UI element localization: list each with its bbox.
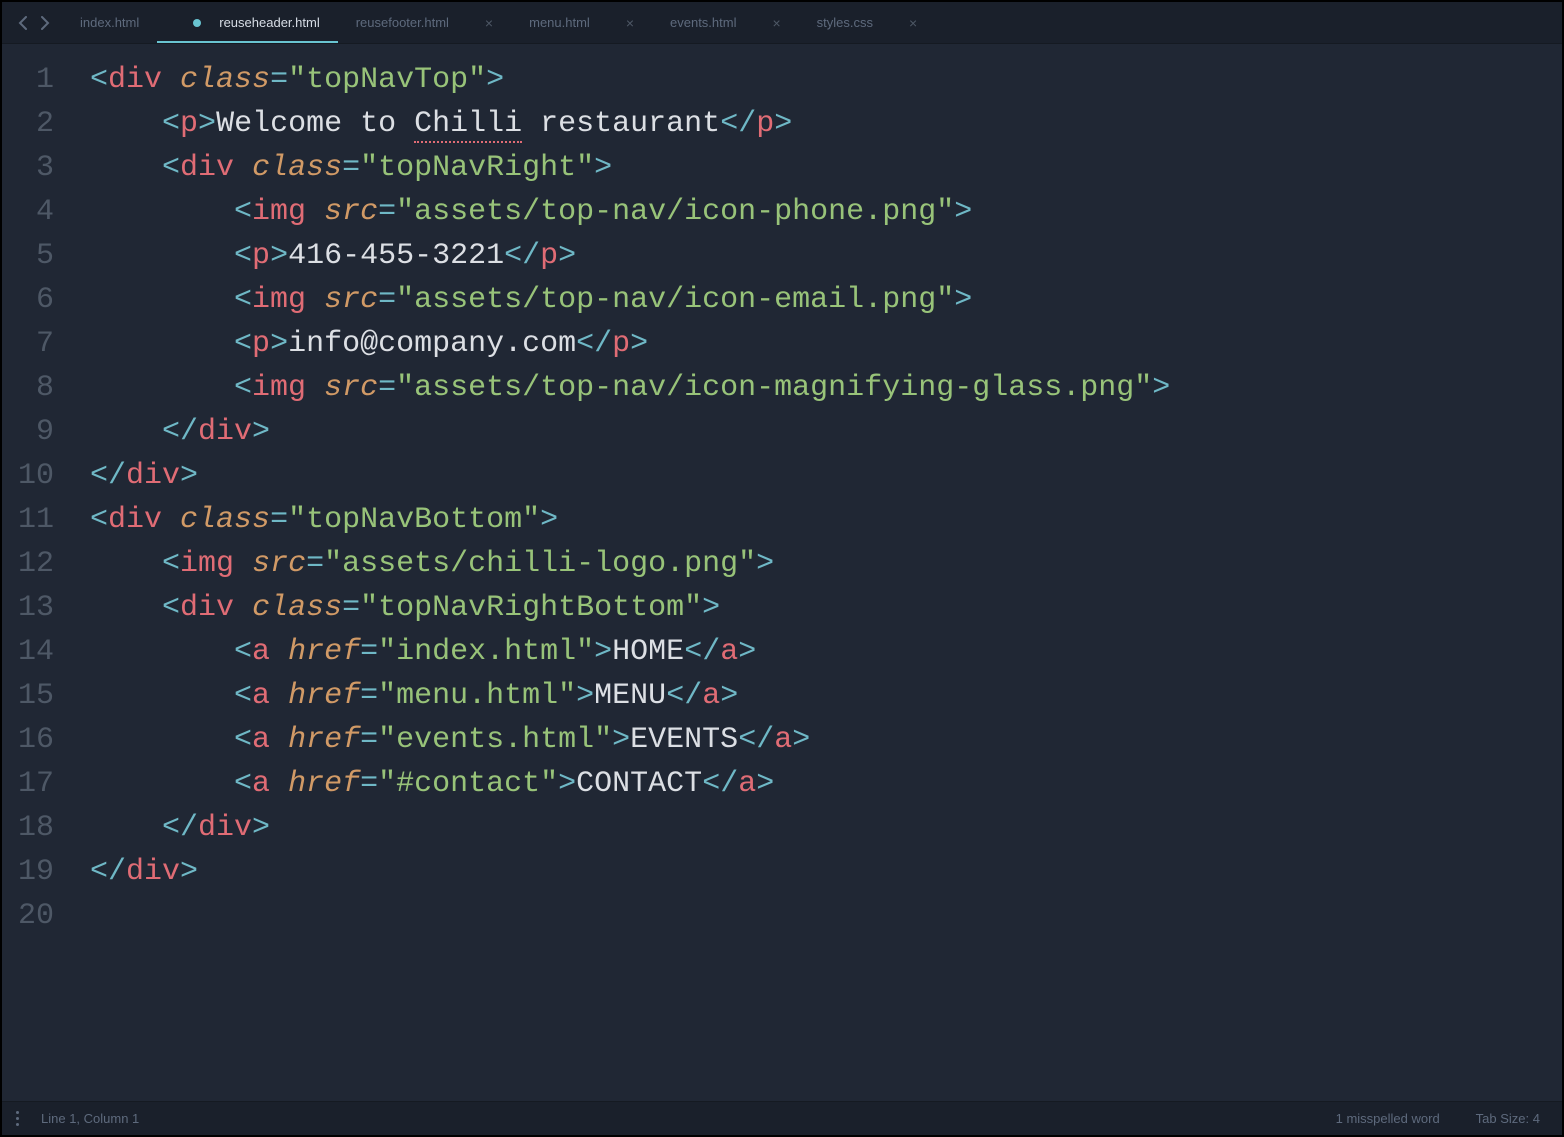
line-number: 15 [2, 674, 72, 718]
line-number: 1 [2, 58, 72, 102]
close-icon[interactable]: × [485, 15, 493, 31]
nav-forward-button[interactable] [34, 2, 56, 43]
line-number-gutter: 1234567891011121314151617181920 [2, 44, 72, 1101]
line-number: 12 [2, 542, 72, 586]
close-icon[interactable]: × [772, 15, 780, 31]
close-icon[interactable]: × [909, 15, 917, 31]
line-number: 5 [2, 234, 72, 278]
line-number: 19 [2, 850, 72, 894]
line-number: 14 [2, 630, 72, 674]
line-number: 20 [2, 894, 72, 938]
nav-back-button[interactable] [12, 2, 34, 43]
line-number: 10 [2, 454, 72, 498]
tabs: index.html reuseheader.html reusefooter.ht… [62, 2, 1562, 43]
line-number: 17 [2, 762, 72, 806]
menu-button[interactable] [16, 1111, 19, 1126]
line-number: 6 [2, 278, 72, 322]
spellcheck-status[interactable]: 1 misspelled word [1336, 1111, 1440, 1126]
line-number: 11 [2, 498, 72, 542]
editor[interactable]: 1234567891011121314151617181920 <div cla… [2, 44, 1562, 1101]
tab-label: events.html [670, 15, 736, 30]
line-number: 16 [2, 718, 72, 762]
tab-index-html[interactable]: index.html [62, 2, 157, 43]
modified-icon [193, 19, 201, 27]
tab-menu-html[interactable]: menu.html × [511, 2, 652, 43]
tab-label: reuseheader.html [219, 15, 319, 30]
tab-reuseheader-html[interactable]: reuseheader.html [157, 2, 337, 43]
code-area[interactable]: <div class="topNavTop"> <p>Welcome to Ch… [72, 44, 1562, 1101]
tab-events-html[interactable]: events.html × [652, 2, 799, 43]
close-icon[interactable]: × [626, 15, 634, 31]
tab-bar: index.html reuseheader.html reusefooter.ht… [2, 2, 1562, 44]
line-number: 9 [2, 410, 72, 454]
tab-label: reusefooter.html [356, 15, 449, 30]
line-number: 2 [2, 102, 72, 146]
nav-arrows [2, 2, 62, 43]
tab-styles-css[interactable]: styles.css × [799, 2, 936, 43]
tab-reusefooter-html[interactable]: reusefooter.html × [338, 2, 511, 43]
code-content[interactable]: <div class="topNavTop"> <p>Welcome to Ch… [90, 58, 1562, 894]
line-number: 13 [2, 586, 72, 630]
line-number: 3 [2, 146, 72, 190]
tab-label: menu.html [529, 15, 590, 30]
tab-label: index.html [80, 15, 139, 30]
cursor-position[interactable]: Line 1, Column 1 [41, 1111, 139, 1126]
tab-label: styles.css [817, 15, 873, 30]
line-number: 8 [2, 366, 72, 410]
line-number: 4 [2, 190, 72, 234]
tab-size-status[interactable]: Tab Size: 4 [1476, 1111, 1540, 1126]
line-number: 18 [2, 806, 72, 850]
status-bar: Line 1, Column 1 1 misspelled word Tab S… [2, 1101, 1562, 1135]
line-number: 7 [2, 322, 72, 366]
